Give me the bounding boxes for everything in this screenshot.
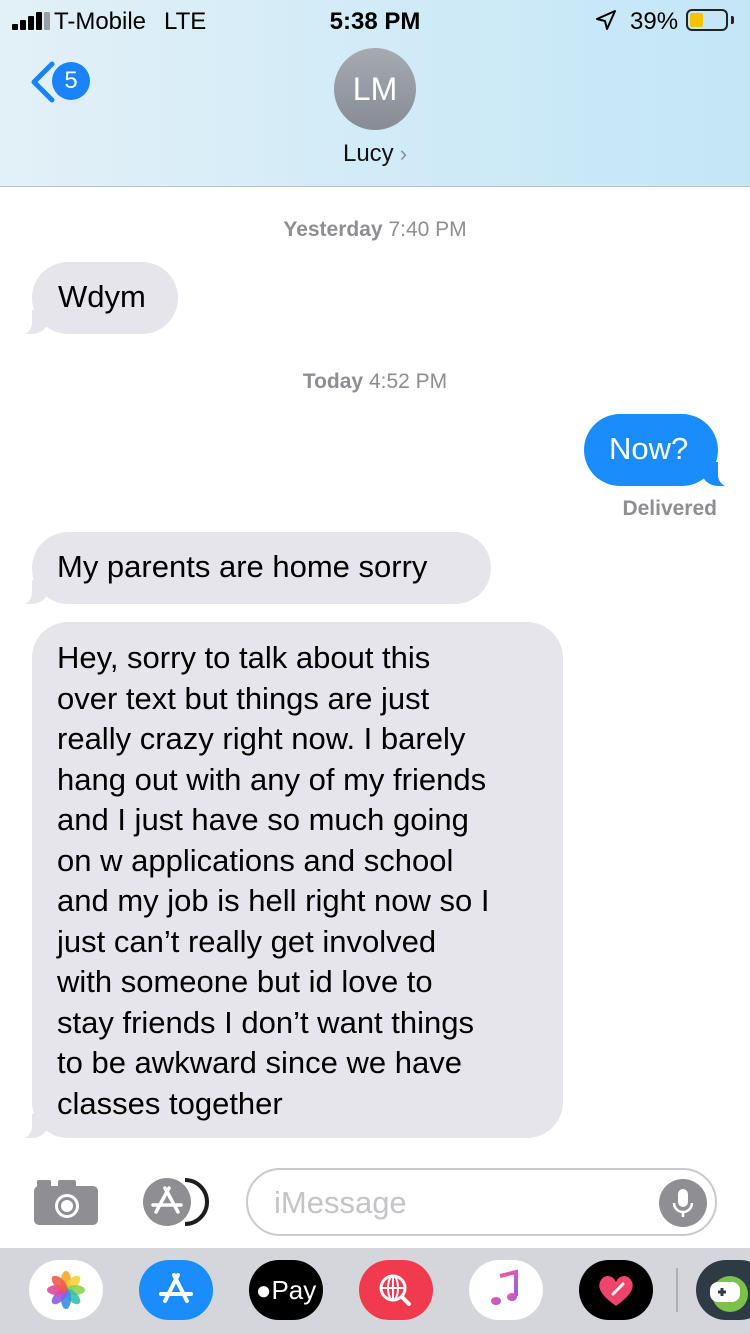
received-message-bubble[interactable]: My parents are home sorry bbox=[14, 532, 491, 605]
message-line: on w applications and school bbox=[57, 842, 454, 878]
microphone-button[interactable] bbox=[659, 1179, 707, 1227]
unread-count-badge[interactable]: 5 bbox=[52, 62, 90, 100]
contact-name: Lucy bbox=[342, 140, 394, 167]
app-store-icon[interactable] bbox=[139, 1176, 213, 1228]
app-store-glyph-icon bbox=[159, 1273, 193, 1303]
apple-pay-label: Pay bbox=[271, 1275, 317, 1305]
globe-search-icon bbox=[379, 1274, 411, 1306]
message-line: to be awkward since we have bbox=[57, 1045, 462, 1080]
message-text: Now? bbox=[609, 431, 689, 466]
contact-name-button[interactable]: Lucy › bbox=[0, 140, 750, 168]
message-line: Hey, sorry to talk about this bbox=[57, 640, 431, 675]
apple-logo-icon: ● bbox=[255, 1275, 272, 1305]
message-line: stay friends I don’t want things bbox=[57, 1004, 475, 1040]
message-line: hang out with any of my friends bbox=[57, 761, 487, 797]
message-line: and I just have so much going bbox=[57, 802, 469, 837]
received-message-bubble[interactable]: Wdym bbox=[14, 262, 178, 335]
delivery-status: Delivered bbox=[622, 497, 717, 520]
heart-icon bbox=[599, 1276, 633, 1306]
chevron-right-icon: › bbox=[399, 141, 408, 166]
photos-flower-icon bbox=[47, 1271, 85, 1309]
music-note-icon bbox=[491, 1269, 518, 1305]
message-line: over text but things are just bbox=[57, 680, 430, 716]
battery-nub bbox=[731, 16, 734, 24]
timestamp-time: 4:52 PM bbox=[368, 370, 448, 393]
app-drawer: ●Pay bbox=[0, 1248, 750, 1334]
timestamp-day: Today bbox=[302, 370, 364, 393]
message-text: Wdym bbox=[58, 279, 146, 314]
message-line: really crazy right now. I barely bbox=[57, 721, 466, 756]
message-text: My parents are home sorry bbox=[57, 549, 428, 584]
game-controller-icon bbox=[710, 1276, 748, 1312]
digital-touch-app-icon[interactable] bbox=[579, 1260, 653, 1320]
battery-level-fill bbox=[690, 13, 703, 27]
photos-app-icon[interactable] bbox=[29, 1260, 103, 1320]
microphone-icon bbox=[672, 1189, 694, 1217]
app-store-app-icon[interactable] bbox=[139, 1260, 213, 1320]
timestamp: Yesterday 7:40 PM bbox=[0, 218, 750, 242]
message-input[interactable] bbox=[272, 1182, 656, 1224]
contact-avatar[interactable]: LM bbox=[334, 48, 416, 130]
camera-icon[interactable] bbox=[33, 1178, 99, 1226]
conversation-header: T-Mobile LTE 5:38 PM 39% 5 LM Lucy › bbox=[0, 0, 750, 187]
apple-pay-app-icon[interactable]: ●Pay bbox=[249, 1260, 323, 1320]
location-arrow-icon bbox=[596, 10, 616, 30]
message-line: classes together bbox=[57, 1085, 283, 1121]
message-line: just can’t really get involved bbox=[57, 923, 437, 959]
sent-message-bubble[interactable]: Now? bbox=[584, 414, 736, 487]
game-app-icon[interactable] bbox=[696, 1260, 750, 1320]
timestamp-time: 7:40 PM bbox=[388, 218, 467, 241]
drawer-divider bbox=[676, 1268, 678, 1312]
message-input-field[interactable] bbox=[246, 1168, 717, 1236]
web-search-app-icon[interactable] bbox=[359, 1260, 433, 1320]
message-line: with someone but id love to bbox=[57, 964, 433, 999]
battery-icon bbox=[686, 9, 728, 31]
timestamp: Today 4:52 PM bbox=[0, 370, 750, 394]
received-message-bubble[interactable]: Hey, sorry to talk about this over text … bbox=[14, 622, 563, 1139]
timestamp-day: Yesterday bbox=[283, 218, 383, 241]
message-line: and my job is hell right now so I bbox=[57, 883, 490, 918]
status-bar: T-Mobile LTE 5:38 PM 39% bbox=[0, 0, 750, 42]
battery-percent: 39% bbox=[630, 8, 679, 35]
music-app-icon[interactable] bbox=[469, 1260, 543, 1320]
